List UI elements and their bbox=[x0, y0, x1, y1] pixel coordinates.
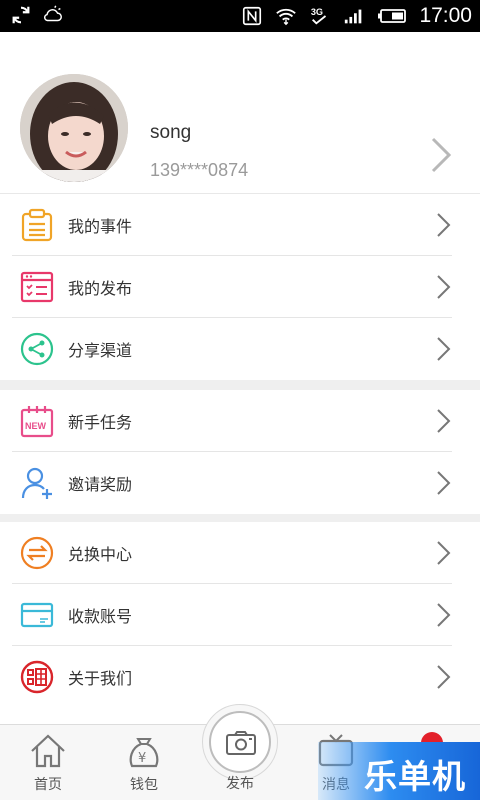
clock: 17:00 bbox=[419, 4, 472, 27]
menu-item-about-us[interactable]: 关于我们 bbox=[0, 646, 480, 708]
chevron-right-icon bbox=[436, 602, 452, 628]
section-separator bbox=[0, 380, 480, 390]
menu-item-payment-account[interactable]: 收款账号 bbox=[0, 584, 480, 646]
menu-item-label: 收款账号 bbox=[68, 607, 133, 626]
menu-item-label: 兑换中心 bbox=[68, 545, 133, 564]
chevron-right-icon bbox=[436, 212, 452, 238]
menu-item-exchange-center[interactable]: 兑换中心 bbox=[0, 522, 480, 584]
menu-item-share-channel[interactable]: 分享渠道 bbox=[0, 318, 480, 380]
signal-icon bbox=[343, 5, 365, 27]
new-task-icon: NEW bbox=[20, 404, 54, 438]
chevron-right-icon bbox=[436, 540, 452, 566]
publish-label: 发布 bbox=[226, 776, 254, 792]
exchange-icon bbox=[20, 536, 54, 570]
svg-text:¥: ¥ bbox=[138, 751, 146, 766]
watermark-text: 乐单机 bbox=[364, 757, 466, 796]
chevron-right-icon bbox=[436, 408, 452, 434]
svg-text:3G: 3G bbox=[311, 7, 323, 17]
wifi-icon bbox=[275, 5, 297, 27]
menu-group-3: 兑换中心 收款账号 关于我们 bbox=[0, 522, 480, 708]
weather-icon bbox=[42, 4, 64, 26]
menu-item-label: 我的发布 bbox=[68, 279, 133, 298]
publish-list-icon bbox=[20, 270, 54, 304]
menu-item-my-events[interactable]: 我的事件 bbox=[0, 194, 480, 256]
menu-item-invite-rewards[interactable]: 邀请奖励 bbox=[0, 452, 480, 514]
menu-item-label: 分享渠道 bbox=[68, 341, 133, 360]
profile-header[interactable]: song 139****0874 bbox=[0, 32, 480, 194]
chevron-right-icon bbox=[436, 336, 452, 362]
share-icon bbox=[20, 332, 54, 366]
menu-item-label: 新手任务 bbox=[68, 413, 133, 432]
tab-label: 首页 bbox=[34, 777, 62, 793]
phone-number: 139****0874 bbox=[150, 160, 249, 180]
clipboard-icon bbox=[20, 208, 54, 242]
network-3g-icon: 3G bbox=[309, 5, 331, 27]
chevron-right-icon bbox=[436, 470, 452, 496]
menu-item-my-posts[interactable]: 我的发布 bbox=[0, 256, 480, 318]
publish-button[interactable] bbox=[202, 704, 278, 780]
menu-item-label: 我的事件 bbox=[68, 217, 133, 236]
watermark-banner: 乐单机 bbox=[318, 742, 480, 800]
sync-icon bbox=[10, 4, 32, 26]
menu-group-1: 我的事件 我的发布 分享渠道 bbox=[0, 194, 480, 380]
username: song bbox=[150, 122, 192, 143]
wallet-icon: ¥ bbox=[124, 731, 164, 771]
menu-item-label: 关于我们 bbox=[68, 669, 133, 688]
svg-text:NEW: NEW bbox=[25, 421, 47, 431]
menu-item-label: 邀请奖励 bbox=[68, 475, 133, 494]
publish-button-ring bbox=[209, 711, 271, 773]
battery-icon bbox=[377, 5, 407, 27]
camera-icon bbox=[226, 731, 256, 755]
nfc-icon bbox=[241, 5, 263, 27]
about-logo-icon bbox=[20, 660, 54, 694]
menu-group-2: NEW 新手任务 邀请奖励 bbox=[0, 390, 480, 514]
chevron-right-icon[interactable] bbox=[430, 136, 452, 174]
card-icon bbox=[20, 598, 54, 632]
menu-item-newbie-tasks[interactable]: NEW 新手任务 bbox=[0, 390, 480, 452]
invite-user-icon bbox=[20, 466, 54, 500]
tab-home[interactable]: 首页 bbox=[0, 725, 96, 801]
status-bar: 3G 17:00 bbox=[0, 0, 480, 32]
chevron-right-icon bbox=[436, 664, 452, 690]
tab-wallet[interactable]: ¥ 钱包 bbox=[96, 725, 192, 801]
home-icon bbox=[28, 731, 68, 771]
tab-label: 钱包 bbox=[130, 777, 158, 793]
chevron-right-icon bbox=[436, 274, 452, 300]
avatar[interactable] bbox=[20, 74, 128, 182]
